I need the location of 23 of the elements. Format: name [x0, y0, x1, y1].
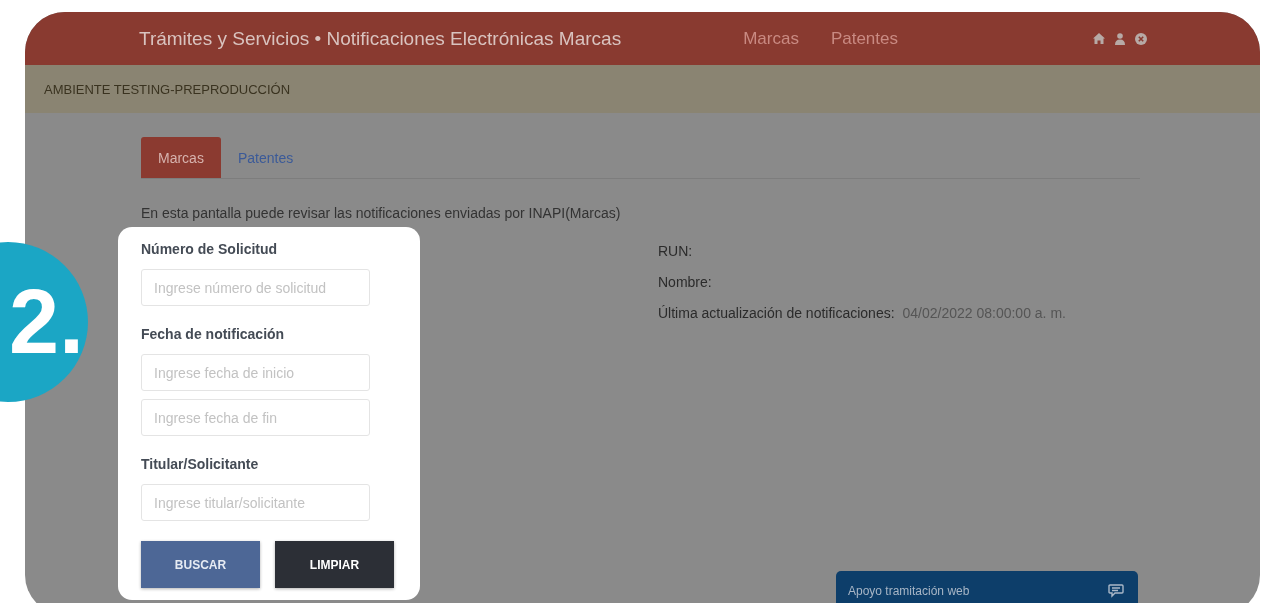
- nav-link[interactable]: Patentes: [830, 28, 898, 49]
- form-button[interactable]: BUSCAR: [141, 541, 260, 588]
- input-field[interactable]: Ingrese fecha de fin: [141, 399, 370, 436]
- input-field[interactable]: Ingrese fecha de inicio: [141, 354, 370, 391]
- field-label: Número de Solicitud: [141, 241, 279, 257]
- description-text: En esta pantalla puede revisar las notificaciones enviadas por INAPI(Marcas): [141, 205, 622, 221]
- home-icon[interactable]: [1093, 33, 1105, 44]
- tab[interactable]: Marcas: [141, 137, 221, 178]
- info-label: RUN:: [658, 243, 694, 259]
- input-field[interactable]: Ingrese número de solicitud: [141, 269, 370, 306]
- info-label: Nombre:: [658, 274, 713, 290]
- site-title: Trámites y Servicios • Notificaciones Electrónicas Marcas: [139, 27, 622, 50]
- field-label: Titular/Solicitante: [141, 456, 260, 472]
- user-icon[interactable]: [1115, 32, 1125, 45]
- chat-icon: [1108, 583, 1126, 599]
- close-icon[interactable]: [1135, 32, 1147, 45]
- info-label: Última actualización de notificaciones:: [658, 305, 895, 321]
- environment-banner: AMBIENTE TESTING-PREPRODUCCIÓN: [25, 65, 1260, 113]
- nav-link[interactable]: Marcas: [743, 28, 799, 49]
- input-field[interactable]: Ingrese titular/solicitante: [141, 484, 370, 521]
- form-button[interactable]: LIMPIAR: [275, 541, 394, 588]
- field-label: Fecha de notificación: [141, 326, 286, 342]
- help-widget[interactable]: Apoyo tramitación web: [836, 571, 1138, 603]
